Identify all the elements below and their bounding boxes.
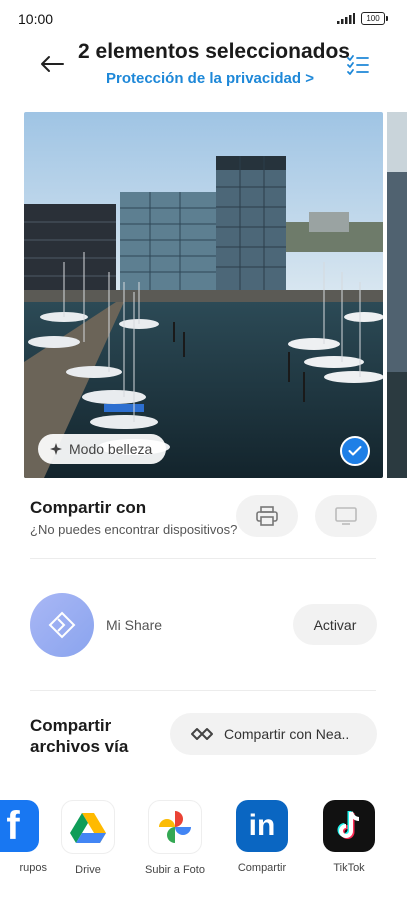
app-label: Subir a Foto (145, 864, 205, 876)
activate-button[interactable]: Activar (293, 604, 377, 645)
devices-help-link[interactable]: ¿No puedes encontrar dispositivos? (30, 522, 237, 537)
back-button[interactable] (38, 50, 66, 78)
status-icons: 100 (337, 12, 388, 25)
privacy-link-label: Protección de la privacidad (105, 70, 302, 87)
app-drive[interactable]: Drive (43, 800, 133, 876)
privacy-link[interactable]: Protección de la privacidad > (78, 70, 342, 87)
check-icon (348, 446, 362, 456)
nearby-share-label: Compartir con Nea.. (224, 726, 350, 742)
beauty-mode-chip[interactable]: Modo belleza (38, 434, 167, 464)
mi-share-icon (48, 611, 76, 639)
app-label: Drive (75, 864, 101, 876)
back-arrow-icon (41, 56, 64, 72)
chevron-right-icon: > (305, 70, 314, 87)
app-label: TikTok (333, 862, 365, 874)
select-all-button[interactable] (345, 52, 371, 78)
monitor-icon (335, 507, 357, 525)
status-time: 10:00 (18, 11, 54, 27)
app-label: rupos (19, 862, 47, 874)
share-with-title: Compartir con (30, 498, 147, 517)
next-photo-preview[interactable] (387, 112, 407, 478)
tiktok-icon (323, 800, 375, 852)
beauty-mode-label: Modo belleza (69, 441, 153, 457)
selected-check[interactable] (340, 436, 370, 466)
app-google-photos[interactable]: Subir a Foto (130, 800, 220, 876)
printer-icon (256, 506, 278, 526)
google-photos-icon (148, 800, 202, 854)
google-drive-icon (61, 800, 115, 854)
divider (30, 690, 376, 691)
screen-cast-button[interactable] (315, 495, 377, 537)
sparkle-icon (50, 443, 62, 455)
harbor-photo (24, 112, 383, 478)
facebook-icon: f (0, 800, 39, 852)
divider (30, 558, 376, 559)
print-button[interactable] (236, 495, 298, 537)
share-files-title: Compartir archivos vía (30, 716, 129, 756)
linkedin-icon: in (236, 800, 288, 852)
checklist-icon (347, 55, 369, 75)
app-linkedin[interactable]: in Compartir (217, 800, 307, 874)
nearby-share-button[interactable]: Compartir con Nea.. (170, 713, 377, 755)
app-label: Compartir (237, 862, 287, 874)
nearby-share-icon (191, 728, 213, 740)
app-tiktok[interactable]: TikTok (304, 800, 394, 874)
selected-photo[interactable] (24, 112, 383, 478)
mi-share-label: Mi Share (106, 617, 163, 633)
page-title: 2 elementos seleccionados (78, 40, 350, 63)
battery-icon: 100 (361, 12, 388, 25)
mi-share-logo (30, 593, 94, 657)
signal-icon (337, 13, 355, 24)
